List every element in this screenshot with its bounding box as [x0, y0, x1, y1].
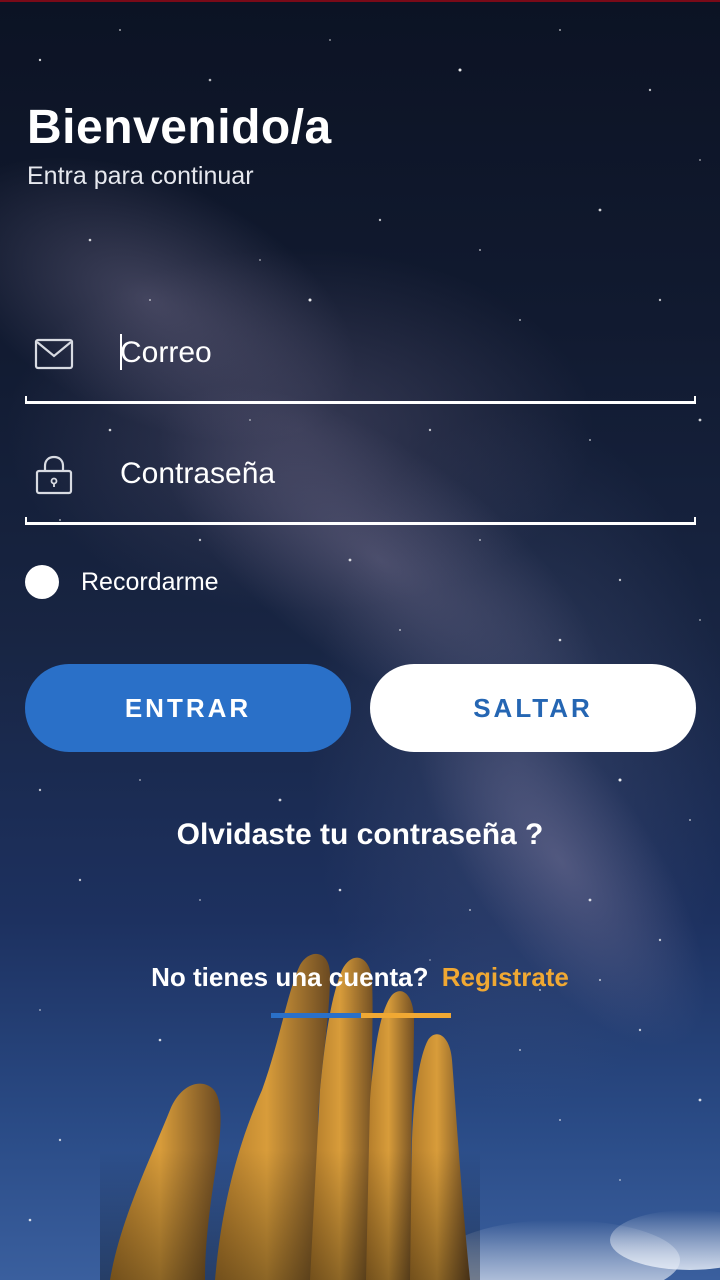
- email-field[interactable]: [120, 330, 680, 376]
- hand-sculpture-image: [100, 953, 480, 1280]
- enter-button[interactable]: ENTRAR: [25, 664, 351, 752]
- skip-button[interactable]: SALTAR: [370, 664, 696, 752]
- login-screen: Bienvenido/a Entra para continuar Record…: [0, 0, 720, 1280]
- remember-label: Recordarme: [81, 567, 219, 596]
- register-underline: [271, 1013, 451, 1018]
- register-link[interactable]: Registrate: [442, 962, 569, 992]
- no-account-text: No tienes una cuenta?: [151, 962, 429, 992]
- forgot-password-link[interactable]: Olvidaste tu contraseña ?: [0, 818, 720, 852]
- remember-me-toggle[interactable]: Recordarme: [25, 562, 219, 602]
- password-field-underline: [25, 517, 696, 525]
- page-subtitle: Entra para continuar: [27, 162, 254, 190]
- register-underline-blue: [271, 1013, 361, 1018]
- password-field-container: [25, 425, 696, 525]
- email-field-underline: [25, 396, 696, 404]
- text-caret: [120, 334, 122, 370]
- remember-radio[interactable]: [25, 565, 59, 599]
- password-field[interactable]: [120, 451, 680, 497]
- mail-icon: [33, 334, 75, 374]
- email-field-container: [25, 304, 696, 404]
- register-row: No tienes una cuenta? Registrate: [0, 962, 720, 993]
- page-title: Bienvenido/a: [27, 101, 332, 154]
- lock-icon: [33, 455, 75, 495]
- register-underline-orange: [361, 1013, 451, 1018]
